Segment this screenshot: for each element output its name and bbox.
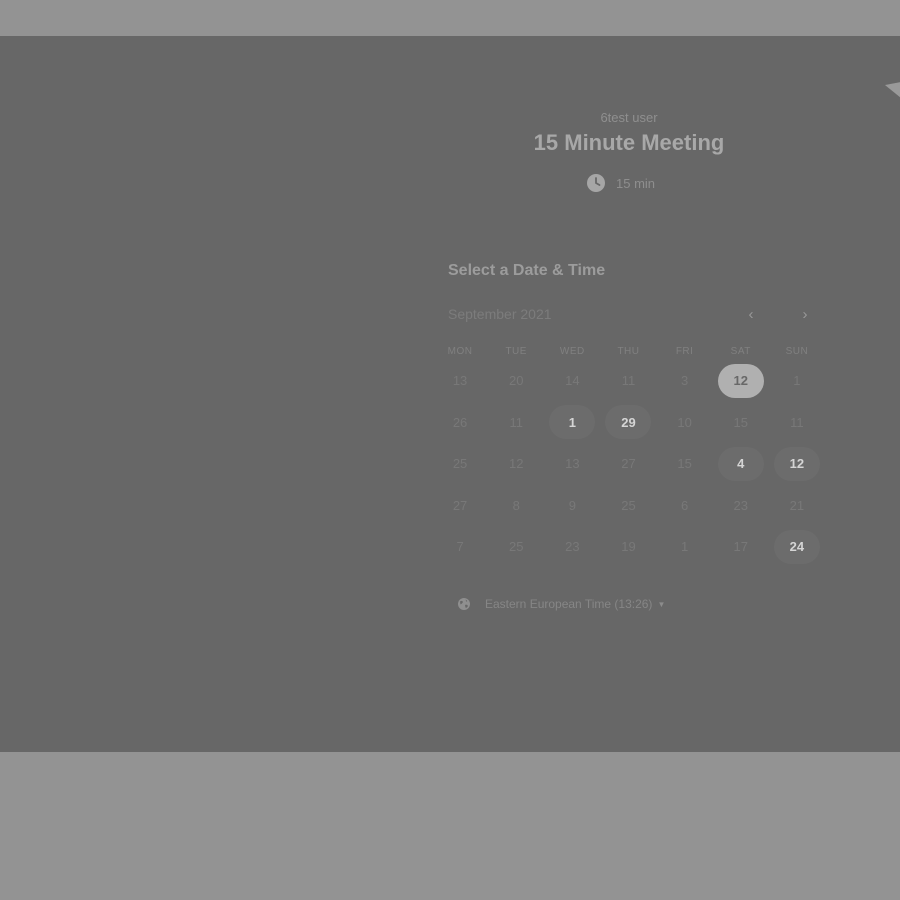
day-number: 3: [681, 373, 689, 389]
day-number: 13: [452, 373, 468, 389]
caret-down-icon: ▼: [657, 599, 666, 609]
day-number: 27: [452, 497, 468, 513]
event-duration: 15 min: [586, 173, 655, 193]
calendar-day: 26: [432, 402, 488, 444]
calendar-day: 15: [657, 443, 713, 485]
day-number: 20: [508, 373, 524, 389]
day-number: 14: [565, 373, 580, 389]
weekday-label: SAT: [730, 346, 751, 357]
day-number: 19: [621, 539, 636, 555]
calendar-day: 15: [713, 402, 769, 444]
calendar-day: 1: [769, 360, 825, 402]
calendar-day-available[interactable]: 12: [769, 443, 825, 485]
calendar-day-selected[interactable]: 12: [713, 360, 769, 402]
calendar-day: 11: [769, 402, 825, 444]
calendar-day: 25: [600, 485, 656, 527]
calendar-day: 13: [432, 360, 488, 402]
calendar-day: 25: [488, 526, 544, 568]
calendar-day: 19: [600, 526, 656, 568]
weekday-header: MON TUE WED THU FRI SAT SUN: [432, 346, 825, 357]
chevron-right-icon[interactable]: ›: [795, 304, 815, 324]
calendar-day: 17: [713, 526, 769, 568]
calendar-day: 7: [432, 526, 488, 568]
calendar-grid: 13 20 14 11 3 12 1 26 11 1 29 10 15 11 25 12 13 27 15 4 12 27…: [432, 360, 825, 568]
day-number: 12: [717, 363, 764, 398]
day-number: 27: [621, 456, 636, 472]
day-number: 26: [452, 414, 468, 430]
calendar-day-available[interactable]: 29: [600, 402, 656, 444]
calendar-day: 8: [488, 485, 544, 527]
event-title: 15 Minute Meeting: [533, 130, 725, 155]
day-number: 21: [789, 497, 805, 513]
calendar-day: 6: [657, 485, 713, 527]
day-number: 29: [605, 405, 652, 440]
day-number: 1: [549, 405, 596, 440]
section-title: Select a Date & Time: [448, 262, 606, 279]
calendar-day-available[interactable]: 1: [544, 402, 600, 444]
day-number: 15: [733, 414, 748, 430]
calendar-day: 23: [544, 526, 600, 568]
month-label: September 2021: [448, 306, 552, 322]
day-number: 7: [456, 539, 464, 555]
weekday-label: MON: [447, 346, 473, 357]
calendar-day: 21: [769, 485, 825, 527]
weekday-label: FRI: [675, 346, 694, 357]
calendar-day: 20: [488, 360, 544, 402]
globe-icon: [458, 598, 470, 610]
day-number: 23: [733, 497, 748, 513]
calendar-day: 9: [544, 485, 600, 527]
chevron-left-icon[interactable]: ‹: [741, 304, 761, 324]
day-number: 11: [790, 414, 804, 430]
day-number: 25: [621, 497, 636, 513]
weekday-label: THU: [617, 346, 640, 357]
day-number: 25: [452, 456, 468, 472]
day-number: 10: [677, 414, 692, 430]
calendar-day-available[interactable]: 4: [713, 443, 769, 485]
day-number: 12: [773, 446, 820, 481]
host-name: 6test user: [600, 110, 658, 125]
calendar-day: 12: [488, 443, 544, 485]
calendar-day: 14: [544, 360, 600, 402]
weekday-label: WED: [559, 346, 585, 357]
corner-ribbon-icon: [885, 82, 900, 98]
day-number: 23: [565, 539, 580, 555]
day-number: 6: [681, 497, 689, 513]
duration-label: 15 min: [616, 175, 656, 191]
calendar-day: 25: [432, 443, 488, 485]
day-number: 24: [773, 529, 820, 564]
calendar-day: 3: [657, 360, 713, 402]
weekday-label: SUN: [785, 346, 809, 357]
timezone-selector[interactable]: Eastern European Time (13:26) ▼: [457, 596, 665, 612]
calendar-day: 1: [657, 526, 713, 568]
day-number: 8: [512, 497, 520, 513]
calendar-day: 11: [488, 402, 544, 444]
day-number: 15: [677, 456, 692, 472]
day-number: 12: [508, 456, 524, 472]
day-number: 11: [621, 373, 636, 389]
day-number: 17: [733, 539, 748, 555]
day-number: 25: [508, 539, 524, 555]
calendar-day: 27: [600, 443, 656, 485]
calendar-day: 10: [657, 402, 713, 444]
calendar-day: 13: [544, 443, 600, 485]
calendar-day: 11: [600, 360, 656, 402]
day-number: 1: [793, 373, 801, 389]
day-number: 1: [681, 539, 689, 555]
day-number: 4: [717, 446, 764, 481]
weekday-label: TUE: [505, 346, 527, 357]
calendar-day: 27: [432, 485, 488, 527]
calendar-day-available[interactable]: 24: [769, 526, 825, 568]
day-number: 11: [509, 414, 523, 430]
calendar-day: 23: [713, 485, 769, 527]
day-number: 13: [565, 456, 580, 472]
clock-icon: [587, 174, 605, 192]
day-number: 9: [568, 497, 576, 513]
timezone-label: Eastern European Time (13:26): [485, 597, 653, 611]
